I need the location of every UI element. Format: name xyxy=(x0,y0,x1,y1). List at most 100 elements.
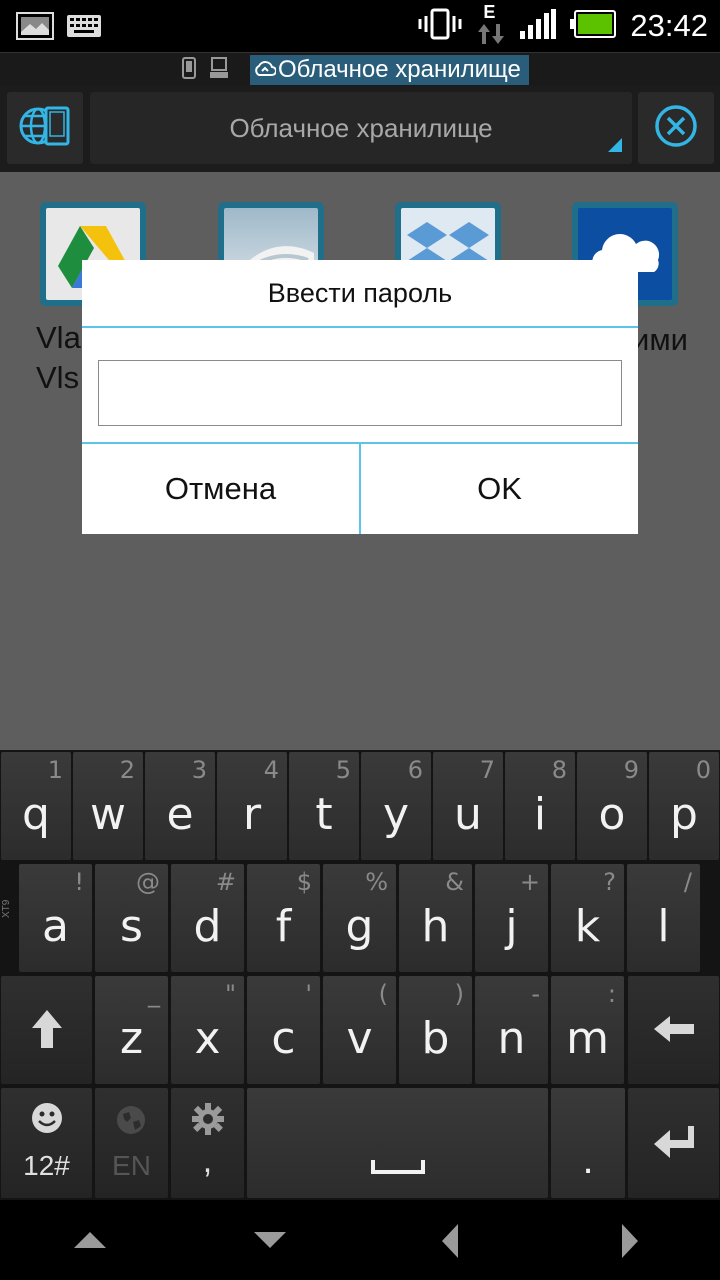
path-icons xyxy=(182,56,228,84)
space-icon xyxy=(371,1160,425,1179)
key-d[interactable]: # d xyxy=(171,864,244,972)
cancel-button[interactable]: Отмена xyxy=(82,444,359,534)
key-main-label: s xyxy=(120,901,143,952)
key-o[interactable]: 9o xyxy=(577,752,647,860)
battery-icon xyxy=(570,9,617,43)
backspace-key[interactable] xyxy=(628,976,719,1084)
key-p[interactable]: 0p xyxy=(649,752,719,860)
path-bar: Облачное хранилище xyxy=(0,52,720,86)
nav-right-icon[interactable] xyxy=(620,1222,640,1265)
key-g[interactable]: % g xyxy=(323,864,396,972)
key-alt-label: 2 xyxy=(119,756,135,784)
key-alt-label: + xyxy=(519,868,540,896)
key-l[interactable]: / l xyxy=(627,864,700,972)
soft-keyboard: 1q2w3e4r5t6y7u8i9o0p ! a @ s # d $ f% g & h + j? k / l … xyxy=(0,750,720,1200)
key-t[interactable]: 5t xyxy=(289,752,359,860)
ok-button[interactable]: OK xyxy=(361,444,638,534)
key-main-label: o xyxy=(598,789,626,840)
key-c[interactable]: ' c xyxy=(247,976,320,1084)
key-main-label: x xyxy=(194,1013,221,1064)
key-q[interactable]: 1q xyxy=(1,752,71,860)
gallery-icon xyxy=(16,12,54,45)
key-alt-label: 9 xyxy=(623,756,639,784)
password-input[interactable] xyxy=(98,360,622,426)
key-y[interactable]: 6y xyxy=(361,752,431,860)
key-main-label: c xyxy=(271,1013,296,1064)
key-main-label: l xyxy=(657,901,670,952)
key-main-label: k xyxy=(574,901,601,952)
clock: 23:42 xyxy=(630,8,708,43)
key-alt-label: " xyxy=(224,980,236,1008)
path-current[interactable]: Облачное хранилище xyxy=(250,55,529,85)
key-m[interactable]: :m xyxy=(551,976,624,1084)
language-key[interactable]: EN xyxy=(95,1088,168,1198)
enter-key[interactable] xyxy=(628,1088,719,1198)
key-main-label: y xyxy=(382,789,410,840)
close-button[interactable] xyxy=(638,92,714,164)
nav-up-icon[interactable] xyxy=(72,1230,108,1255)
key-main-label: d xyxy=(193,901,222,952)
path-current-label: Облачное хранилище xyxy=(278,56,521,83)
key-main-label: v xyxy=(346,1013,373,1064)
key-v[interactable]: (v xyxy=(323,976,396,1084)
device-icon[interactable] xyxy=(210,56,228,84)
cloud-icon xyxy=(254,55,277,85)
key-main-label: g xyxy=(345,901,374,952)
key-alt-label: 8 xyxy=(551,756,567,784)
key-i[interactable]: 8i xyxy=(505,752,575,860)
nav-left-icon[interactable] xyxy=(440,1222,460,1265)
key-alt-label: ? xyxy=(603,868,616,896)
storage-switch-button[interactable] xyxy=(7,92,83,164)
key-alt-label: 1 xyxy=(47,756,63,784)
symbols-key-label: 12# xyxy=(23,1150,70,1181)
dialog-divider xyxy=(82,326,638,328)
key-r[interactable]: 4r xyxy=(217,752,287,860)
key-main-label: p xyxy=(670,789,698,840)
key-main-label: q xyxy=(22,789,50,840)
key-j[interactable]: + j xyxy=(475,864,548,972)
nav-down-icon[interactable] xyxy=(252,1230,288,1255)
key-alt-label: ! xyxy=(74,868,84,896)
cloud-item-label: ими xyxy=(632,322,688,357)
backspace-arrow-icon xyxy=(652,1014,696,1049)
key-alt-label: 7 xyxy=(479,756,495,784)
key-u[interactable]: 7u xyxy=(433,752,503,860)
toolbar: Облачное хранилище xyxy=(0,86,720,172)
storage-spinner[interactable]: Облачное хранилище xyxy=(90,92,632,164)
settings-comma-key[interactable]: , xyxy=(171,1088,244,1198)
key-alt-label: ) xyxy=(454,980,464,1008)
key-main-label: t xyxy=(315,789,333,840)
key-alt-label: 4 xyxy=(263,756,279,784)
key-x[interactable]: " x xyxy=(171,976,244,1084)
key-e[interactable]: 3e xyxy=(145,752,215,860)
period-key[interactable]: . xyxy=(551,1088,625,1198)
key-z[interactable]: _ z xyxy=(95,976,168,1084)
phone-icon[interactable] xyxy=(182,56,196,84)
key-b[interactable]: ) b xyxy=(399,976,472,1084)
close-circle-icon xyxy=(654,104,698,153)
xt9-label: XT9 xyxy=(1,899,12,918)
key-main-label: h xyxy=(421,901,450,952)
key-a[interactable]: ! a xyxy=(19,864,92,972)
vibrate-icon xyxy=(418,8,462,45)
key-n[interactable]: -n xyxy=(475,976,548,1084)
globe-icon xyxy=(115,1104,147,1141)
symbols-key[interactable]: 12# xyxy=(1,1088,92,1198)
storage-spinner-label: Облачное хранилище xyxy=(229,113,493,143)
key-alt-label: ' xyxy=(305,980,312,1008)
dialog-title: Ввести пароль xyxy=(267,278,453,308)
key-main-label: m xyxy=(566,1013,609,1064)
key-alt-label: : xyxy=(607,980,616,1008)
key-k[interactable]: ? k xyxy=(551,864,624,972)
space-key[interactable] xyxy=(247,1088,548,1198)
key-h[interactable]: & h xyxy=(399,864,472,972)
key-f[interactable]: $ f xyxy=(247,864,320,972)
key-w[interactable]: 2w xyxy=(73,752,143,860)
key-s[interactable]: @ s xyxy=(95,864,168,972)
status-icons: E 23:42 xyxy=(418,0,708,52)
key-main-label: r xyxy=(242,789,262,840)
globe-tablet-icon xyxy=(18,102,72,155)
key-main-label: u xyxy=(454,789,482,840)
shift-key[interactable] xyxy=(1,976,92,1084)
data-transfer-icon: E xyxy=(476,2,506,48)
